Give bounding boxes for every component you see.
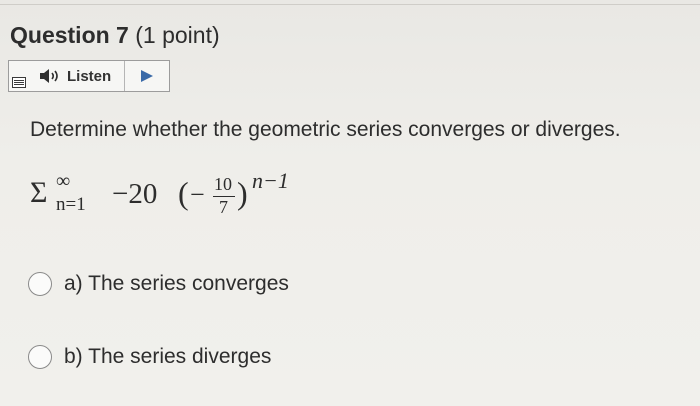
series-coefficient: −20 [112, 178, 158, 210]
summation-lower-limit: n=1 [56, 194, 86, 215]
option-b-radio[interactable] [28, 345, 52, 369]
option-a-radio[interactable] [28, 272, 52, 296]
option-a-label[interactable]: a) The series converges [64, 272, 289, 296]
summation-symbol: Σ [30, 176, 48, 209]
question-points: (1 point) [135, 22, 220, 48]
option-b-label[interactable]: b) The series diverges [64, 345, 271, 369]
menu-icon[interactable] [12, 77, 26, 88]
question-title: Question 7 (1 point) [10, 22, 220, 49]
option-a[interactable]: a) The series converges [28, 272, 289, 296]
ratio-sign: − [190, 180, 205, 209]
speaker-icon [40, 69, 58, 83]
right-paren: ) [237, 175, 248, 211]
ratio-denominator: 7 [219, 197, 228, 217]
series-formula: Σ ∞ n=1 −20 ( − 10 7 ) n−1 [30, 166, 320, 230]
listen-button[interactable]: Listen [9, 61, 125, 91]
question-page: Question 7 (1 point) Listen Determine wh… [0, 0, 700, 406]
ratio-numerator: 10 [214, 174, 232, 194]
listen-widget: Listen [8, 60, 170, 92]
top-divider [0, 4, 700, 5]
question-number: Question 7 [10, 22, 129, 48]
play-icon [141, 70, 153, 82]
left-paren: ( [178, 175, 189, 211]
question-instruction: Determine whether the geometric series c… [30, 118, 621, 141]
listen-label: Listen [67, 67, 112, 85]
play-button[interactable] [125, 61, 169, 91]
series-exponent: n−1 [252, 168, 289, 193]
summation-upper-limit: ∞ [56, 170, 71, 192]
option-b[interactable]: b) The series diverges [28, 345, 271, 369]
